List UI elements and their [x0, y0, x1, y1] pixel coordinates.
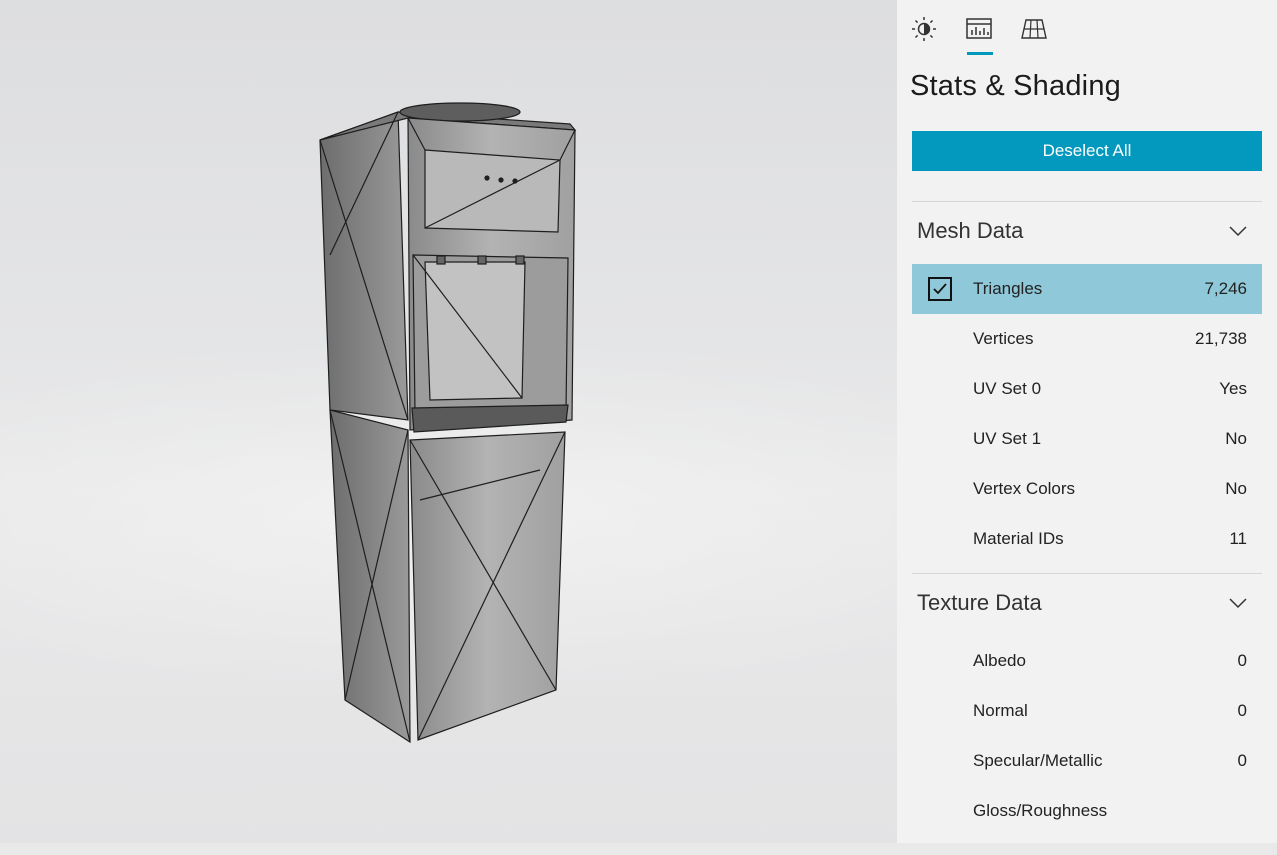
texture-row-specular-metallic[interactable]: Specular/Metallic 0	[912, 736, 1262, 786]
row-value: 21,738	[1195, 329, 1247, 348]
texture-row-normal[interactable]: Normal 0	[912, 686, 1262, 736]
chevron-down-icon	[1229, 226, 1247, 237]
lighting-icon[interactable]	[909, 14, 939, 44]
checkbox-checked[interactable]	[928, 277, 952, 301]
row-value: Yes	[1219, 379, 1247, 398]
texture-data-header[interactable]: Texture Data	[912, 583, 1262, 623]
mesh-row-material-ids[interactable]: Material IDs 11	[912, 514, 1262, 564]
row-value: No	[1225, 429, 1247, 448]
row-label: Albedo	[973, 651, 1026, 670]
row-value: 0	[1237, 751, 1247, 770]
mesh-data-label: Mesh Data	[917, 218, 1024, 243]
stats-icon[interactable]	[964, 14, 994, 44]
deselect-all-button[interactable]: Deselect All	[912, 131, 1262, 171]
row-label: Vertices	[973, 329, 1034, 348]
3d-viewport[interactable]	[0, 0, 897, 843]
chevron-down-icon	[1229, 598, 1247, 609]
row-value: 11	[1229, 529, 1247, 548]
panel-title: Stats & Shading	[910, 70, 1121, 102]
water-dispenser-model[interactable]	[0, 0, 897, 843]
row-label: Vertex Colors	[973, 479, 1076, 498]
row-label: UV Set 1	[973, 429, 1042, 448]
checkmark-icon	[933, 283, 947, 295]
row-value: 7,246	[1204, 279, 1247, 298]
row-label: UV Set 0	[973, 379, 1042, 398]
divider	[912, 201, 1262, 202]
status-strip	[0, 843, 1277, 855]
row-label: Normal	[973, 701, 1028, 720]
mesh-data-header[interactable]: Mesh Data	[912, 211, 1262, 251]
row-value: 0	[1237, 701, 1247, 720]
row-value: No	[1225, 479, 1247, 498]
mesh-row-uv-set-1[interactable]: UV Set 1 No	[912, 414, 1262, 464]
row-label: Triangles	[973, 279, 1043, 298]
mesh-row-uv-set-0[interactable]: UV Set 0 Yes	[912, 364, 1262, 414]
mesh-row-vertex-colors[interactable]: Vertex Colors No	[912, 464, 1262, 514]
row-value: 0	[1237, 651, 1247, 670]
active-tab-indicator	[967, 52, 993, 55]
mesh-row-vertices[interactable]: Vertices 21,738	[912, 314, 1262, 364]
row-label: Gloss/Roughness	[973, 801, 1108, 820]
row-label: Specular/Metallic	[973, 751, 1103, 770]
grid-icon[interactable]	[1019, 14, 1049, 44]
row-label: Material IDs	[973, 529, 1064, 548]
divider	[912, 573, 1262, 574]
texture-row-gloss-roughness[interactable]: Gloss/Roughness	[912, 786, 1262, 836]
mesh-row-triangles[interactable]: Triangles 7,246	[912, 264, 1262, 314]
texture-data-label: Texture Data	[917, 590, 1042, 615]
texture-row-albedo[interactable]: Albedo 0	[912, 636, 1262, 686]
